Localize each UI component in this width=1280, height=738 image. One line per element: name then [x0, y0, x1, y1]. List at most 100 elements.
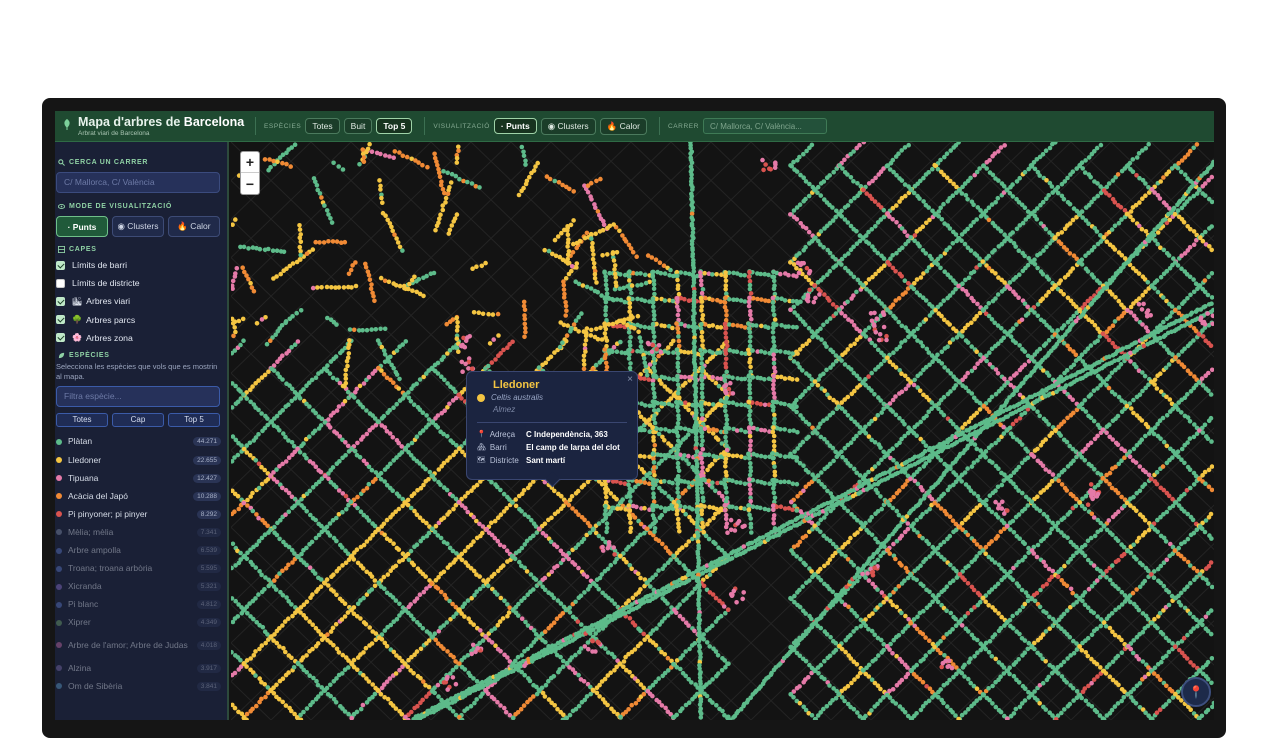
- street-search-field[interactable]: C/ Mallorca, C/ València: [56, 172, 220, 193]
- layer-checkbox[interactable]: [56, 333, 65, 342]
- popup-row-key: 📍Adreça: [477, 428, 526, 441]
- layer-toggle[interactable]: 🏙 Arbres viari: [56, 292, 221, 310]
- species-item[interactable]: Lledoner22.655: [56, 451, 221, 469]
- species-item[interactable]: Mèlia; mèlia7.341: [56, 523, 221, 541]
- tree-icon: [61, 118, 73, 130]
- species-name: Acàcia del Japó: [68, 492, 193, 501]
- species-item[interactable]: Arbre ampolla6.539: [56, 542, 221, 560]
- mode-heat-button[interactable]: 🔥 Calor: [168, 216, 220, 237]
- filter-all-button[interactable]: Totes: [56, 413, 108, 427]
- species-count-badge: 44.271: [193, 437, 221, 446]
- search-section-title: CERCA UN CARRER: [56, 159, 221, 166]
- species-count-badge: 10.288: [193, 492, 221, 501]
- species-color-dot: [56, 475, 62, 481]
- species-count-badge: 3.841: [197, 682, 221, 691]
- species-name: Alzina: [68, 664, 197, 673]
- layer-label: Límits de districte: [72, 278, 140, 288]
- layer-icon: 🌸: [72, 333, 82, 342]
- species-count-badge: 3.917: [197, 664, 221, 673]
- layer-checkbox[interactable]: [56, 261, 65, 270]
- species-color-dot: [56, 642, 62, 648]
- locate-button[interactable]: 📍: [1181, 677, 1211, 707]
- street-group-label: CARRER: [668, 123, 699, 130]
- layer-icon: 🏙: [72, 297, 82, 306]
- top-bar: Mapa d'arbres de Barcelona Arbrat viari …: [55, 111, 1214, 142]
- popup-row: 🗺DistricteSant martí: [477, 454, 627, 467]
- mode-clusters-button[interactable]: ◉ Clusters: [112, 216, 164, 237]
- close-icon[interactable]: ×: [627, 374, 633, 385]
- species-item[interactable]: Xiprer4.349: [56, 614, 221, 632]
- species-item[interactable]: Plàtan44.271: [56, 433, 221, 451]
- layer-toggle[interactable]: Límits de districte: [56, 274, 221, 292]
- mode-buttons: · Punts ◉ Clusters 🔥 Calor: [56, 216, 221, 237]
- layer-checkbox[interactable]: [56, 315, 65, 324]
- view-heat-button[interactable]: 🔥 Calor: [600, 118, 647, 135]
- species-name: Mèlia; mèlia: [68, 528, 197, 537]
- layer-checkbox[interactable]: [56, 279, 65, 288]
- divider: [424, 117, 425, 135]
- layer-checkbox[interactable]: [56, 297, 65, 306]
- popup-row-value: C Independència, 363: [526, 428, 608, 441]
- divider: [255, 117, 256, 135]
- layer-toggle[interactable]: Límits de barri: [56, 256, 221, 274]
- species-all-button[interactable]: Totes: [305, 118, 339, 134]
- species-section-title: ESPÈCIES: [56, 352, 221, 359]
- zoom-in-button[interactable]: +: [241, 152, 259, 173]
- tree-map[interactable]: [231, 142, 1214, 720]
- species-count-badge: 7.341: [197, 528, 221, 537]
- filter-top5-button[interactable]: Top 5: [168, 413, 220, 427]
- species-item[interactable]: Pi blanc4.812: [56, 596, 221, 614]
- popup-details: 📍AdreçaC Independència, 363🏘BarriEl camp…: [477, 428, 627, 467]
- species-color-dot: [56, 620, 62, 626]
- layer-icon: 🌳: [72, 315, 82, 324]
- popup-row: 📍AdreçaC Independència, 363: [477, 428, 627, 441]
- leaf-icon: [58, 352, 65, 359]
- species-name: Xiprer: [68, 618, 197, 627]
- species-color-dot: [56, 493, 62, 499]
- popup-row-label: Districte: [490, 454, 519, 467]
- popup-row-value: El camp de larpa del clot: [526, 441, 620, 454]
- layers-section-title: CAPES: [56, 246, 221, 253]
- species-top5-button[interactable]: Top 5: [376, 118, 412, 134]
- species-item[interactable]: Arbre de l'amor; Arbre de Judas4.018: [56, 632, 221, 659]
- view-clusters-button[interactable]: ◉ Clusters: [541, 118, 596, 135]
- species-item[interactable]: Om de Sibèria3.841: [56, 677, 221, 695]
- map-canvas[interactable]: + − × Lledoner Celtis australis Almez 📍A…: [231, 142, 1214, 720]
- popup-row: 🏘BarriEl camp de larpa del clot: [477, 441, 627, 454]
- layer-label: Arbres zona: [86, 333, 133, 343]
- species-color-dot: [56, 548, 62, 554]
- layer-toggle[interactable]: 🌳Arbres parcs: [56, 311, 221, 329]
- species-item[interactable]: Alzina3.917: [56, 659, 221, 677]
- species-name: Arbre ampolla: [68, 546, 197, 555]
- app-title: Mapa d'arbres de Barcelona: [78, 115, 244, 129]
- species-item[interactable]: Tipuana12.427: [56, 469, 221, 487]
- species-filter-input[interactable]: Filtra espècie...: [56, 386, 220, 407]
- species-item[interactable]: Troana; troana arbòria5.595: [56, 560, 221, 578]
- popup-divider: [477, 422, 627, 423]
- species-item[interactable]: Pi pinyoner; pi pinyer8.292: [56, 505, 221, 523]
- filter-none-button[interactable]: Cap: [112, 413, 164, 427]
- app-subtitle: Arbrat viari de Barcelona: [78, 129, 244, 138]
- mode-section-title: MODE DE VISUALITZACIÓ: [56, 203, 221, 210]
- zoom-out-button[interactable]: −: [241, 173, 259, 194]
- street-search-input[interactable]: C/ Mallorca, C/ València...: [703, 118, 827, 134]
- species-count-badge: 22.655: [193, 456, 221, 465]
- mode-points-button[interactable]: · Punts: [56, 216, 108, 237]
- species-filter-buttons: Totes Cap Top 5: [56, 413, 221, 427]
- species-color-dot: [56, 584, 62, 590]
- species-name: Tipuana: [68, 474, 193, 483]
- layer-toggle[interactable]: 🌸 Arbres zona: [56, 329, 221, 347]
- species-none-button[interactable]: Buit: [344, 118, 373, 134]
- popup-row-icon: 🗺: [477, 454, 486, 467]
- layer-label: Arbres viari: [86, 296, 130, 306]
- species-name: Pi blanc: [68, 600, 197, 609]
- view-points-button[interactable]: · Punts: [494, 118, 537, 134]
- species-name: Pi pinyoner; pi pinyer: [68, 510, 197, 519]
- species-color-dot: [56, 511, 62, 517]
- layer-label: Límits de barri: [72, 260, 127, 270]
- species-color-dot: [56, 683, 62, 689]
- species-color-dot: [56, 665, 62, 671]
- species-item[interactable]: Acàcia del Japó10.288: [56, 487, 221, 505]
- species-group-label: ESPÈCIES: [264, 123, 301, 130]
- species-item[interactable]: Xicranda5.321: [56, 578, 221, 596]
